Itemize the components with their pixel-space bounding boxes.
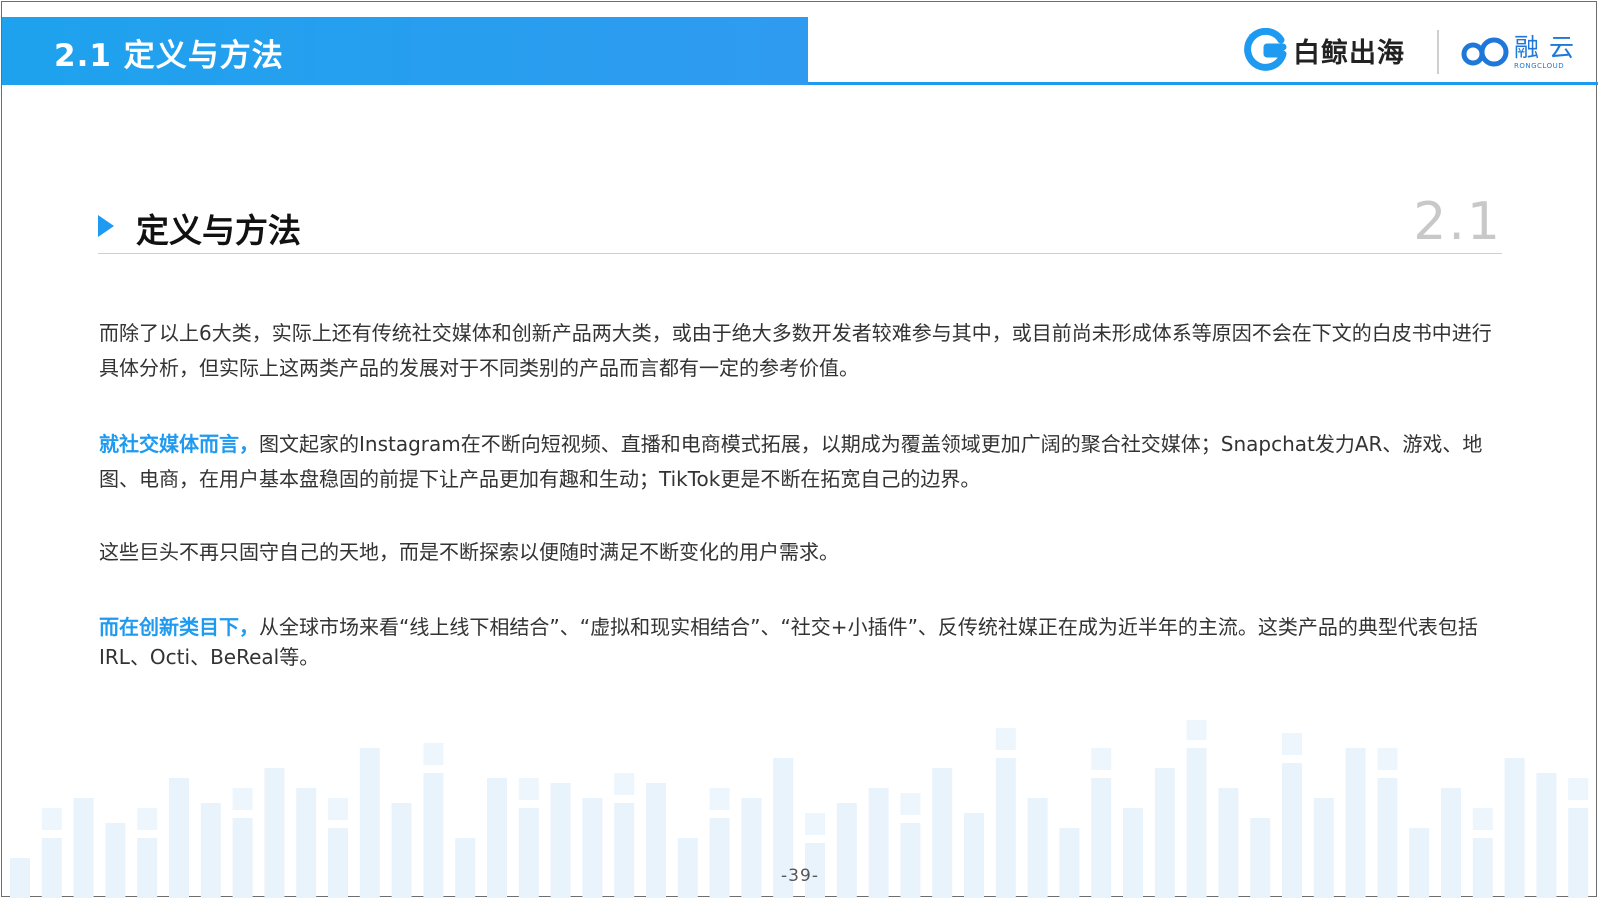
skyline-bar bbox=[232, 818, 253, 898]
skyline-bar bbox=[1250, 818, 1271, 898]
skyline-bar-cap bbox=[423, 743, 444, 765]
paragraph-intro: 而除了以上6大类，实际上还有传统社交媒体和创新产品两大类，或由于绝大多数开发者较… bbox=[99, 321, 1492, 380]
section-number: 2.1 bbox=[1413, 192, 1502, 252]
skyline-bar-cap bbox=[1091, 748, 1112, 770]
skyline-bar-cap bbox=[518, 778, 539, 800]
skyline-bar bbox=[900, 823, 921, 898]
page-number: -39- bbox=[781, 866, 819, 886]
paragraph-giants: 这些巨头不再只固守自己的天地，而是不断探索以便随时满足不断变化的用户需求。 bbox=[99, 540, 839, 564]
skyline-bar bbox=[105, 823, 126, 898]
paragraph-social-media: 就社交媒体而言，图文起家的Instagram在不断向短视频、直播和电商模式拓展，… bbox=[99, 427, 1503, 497]
skyline-bar-cap bbox=[805, 813, 825, 835]
skyline-bar-cap bbox=[1377, 748, 1398, 770]
skyline-bar-cap bbox=[709, 788, 730, 810]
paragraph-innovation-body: 从全球市场来看“线上线下相结合”、“虚拟和现实相结合”、“社交+小插件”、反传统… bbox=[99, 615, 1478, 669]
skyline-bar-cap bbox=[232, 788, 253, 810]
section-title: 定义与方法 bbox=[136, 211, 301, 250]
section-arrow-icon bbox=[98, 215, 114, 237]
skyline-bar-cap bbox=[1186, 720, 1207, 740]
skyline-bar-cap bbox=[1282, 733, 1302, 755]
skyline-bar bbox=[1409, 828, 1430, 898]
skyline-bar-cap bbox=[328, 798, 348, 820]
skyline-bar bbox=[709, 818, 730, 898]
skyline-bar-cap bbox=[995, 728, 1016, 750]
skyline-bar bbox=[328, 828, 348, 898]
header-underline bbox=[808, 82, 1598, 85]
skyline-bar bbox=[1059, 828, 1080, 898]
rongcloud-logo-subtext: RONGCLOUD bbox=[1514, 61, 1565, 70]
banner-title: 2.1 定义与方法 bbox=[54, 38, 284, 74]
skyline-bar-cap bbox=[1472, 808, 1493, 830]
baijing-logo: 白鲸出海 bbox=[1243, 26, 1405, 74]
skyline-bar-cap bbox=[1568, 778, 1589, 800]
whale-logo-icon bbox=[1244, 28, 1287, 71]
skyline-bar-cap bbox=[137, 808, 158, 830]
paragraph-innovation: 而在创新类目下，从全球市场来看“线上线下相结合”、“虚拟和现实相结合”、“社交+… bbox=[99, 612, 1503, 672]
paragraph-social-media-lead: 就社交媒体而言， bbox=[99, 432, 259, 456]
rongcloud-logo-text: 融云 bbox=[1514, 32, 1585, 62]
skyline-bar-cap bbox=[900, 793, 921, 815]
skyline-bar-cap bbox=[41, 808, 62, 830]
rongcloud-logo-icon bbox=[1461, 37, 1509, 67]
section-divider bbox=[98, 253, 1502, 254]
paragraph-social-media-body: 图文起家的Instagram在不断向短视频、直播和电商模式拓展，以期成为覆盖领域… bbox=[99, 432, 1483, 491]
skyline-bar-cap bbox=[614, 773, 635, 795]
paragraph-innovation-lead: 而在创新类目下， bbox=[99, 615, 259, 639]
baijing-logo-text: 白鲸出海 bbox=[1293, 37, 1405, 69]
rongcloud-logo: 融云 RONGCLOUD bbox=[1460, 28, 1584, 76]
logo-divider bbox=[1437, 30, 1439, 74]
